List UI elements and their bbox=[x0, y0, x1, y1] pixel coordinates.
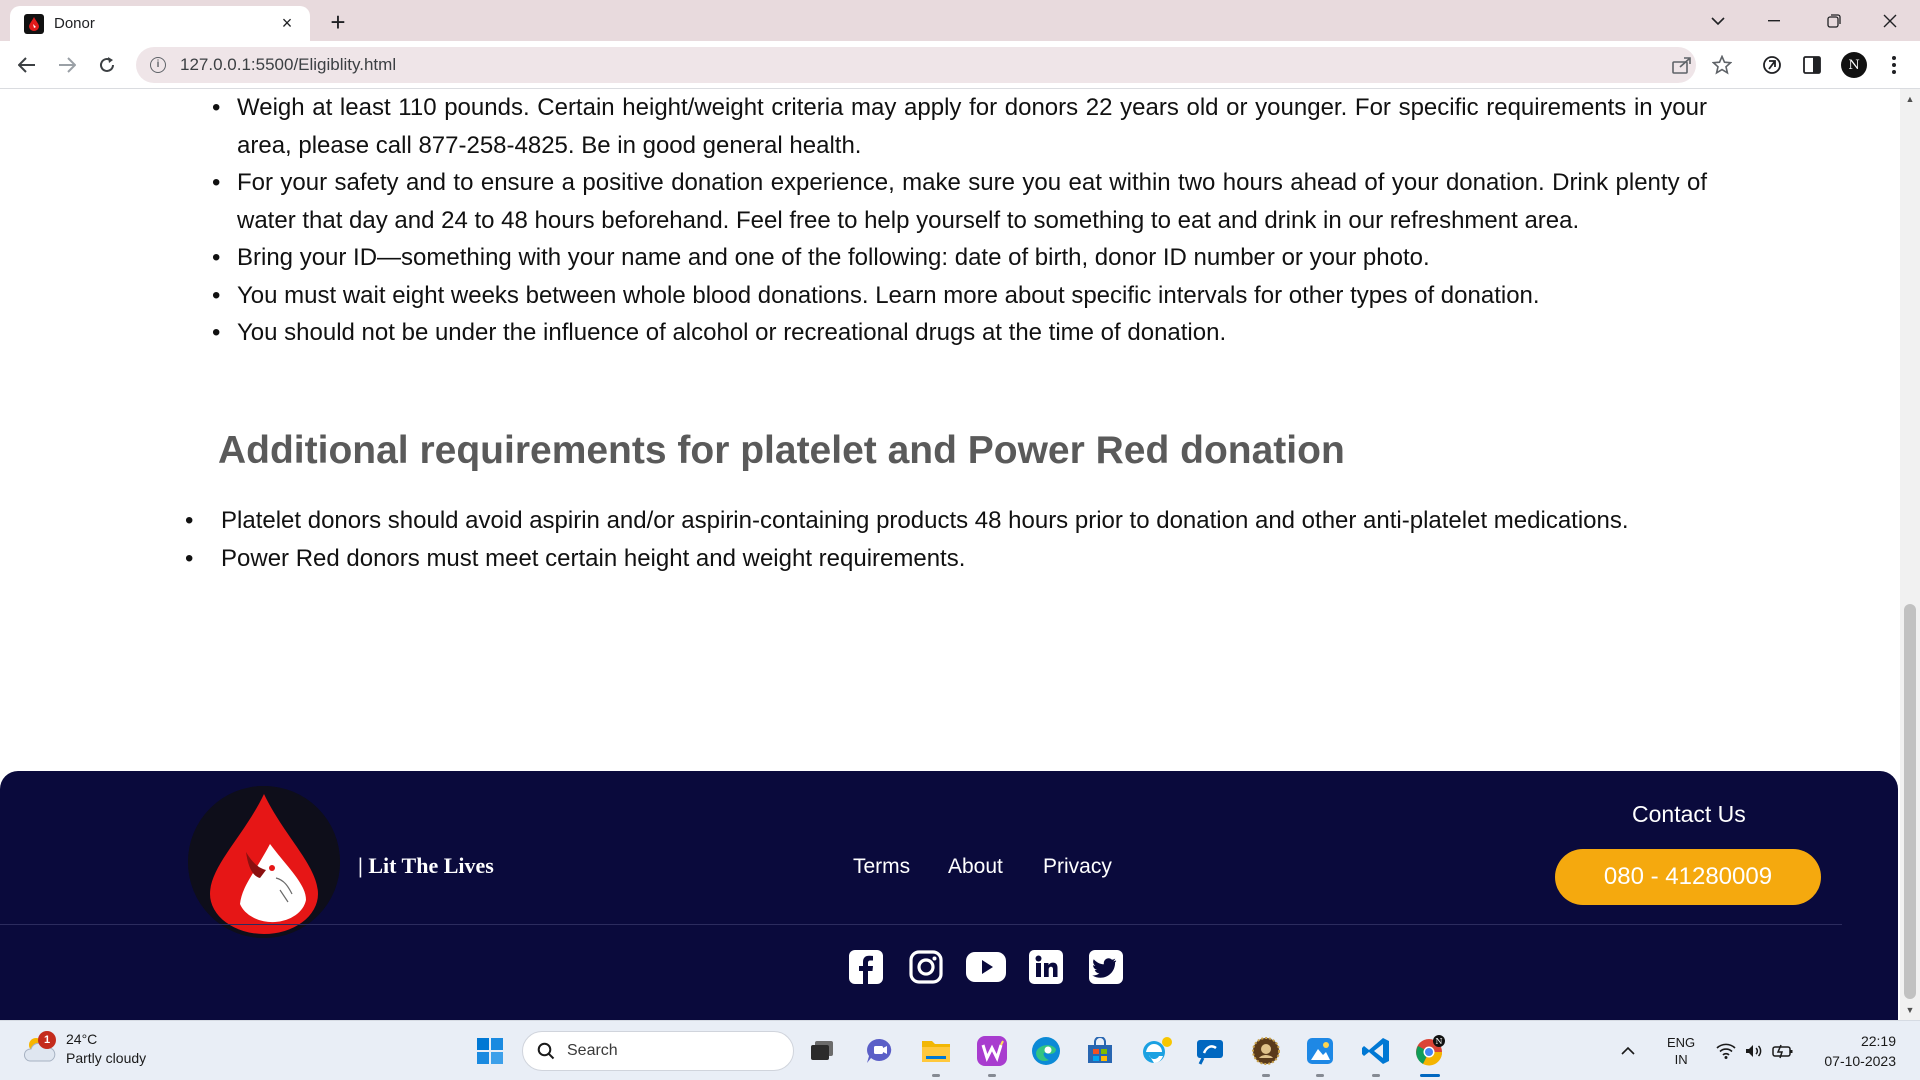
new-tab-button[interactable]: + bbox=[324, 8, 352, 36]
taskbar-clock[interactable]: 22:19 07-10-2023 bbox=[1812, 1031, 1896, 1071]
paint-app-icon[interactable] bbox=[1302, 1033, 1338, 1077]
list-item: For your safety and to ensure a positive… bbox=[212, 164, 1707, 239]
url-text: 127.0.0.1:5500/Eligiblity.html bbox=[180, 55, 397, 74]
twitter-icon[interactable] bbox=[1086, 947, 1126, 987]
edge-browser-icon[interactable] bbox=[1028, 1033, 1064, 1069]
clock-time: 22:19 bbox=[1860, 1033, 1896, 1049]
weather-condition: Partly cloudy bbox=[66, 1050, 147, 1066]
instagram-icon[interactable] bbox=[906, 947, 946, 987]
microsoft-store-icon[interactable] bbox=[1082, 1033, 1118, 1069]
tab-close-icon[interactable]: × bbox=[276, 13, 298, 34]
browser-toolbar: i 127.0.0.1:5500/Eligiblity.html N bbox=[0, 41, 1920, 89]
wps-office-icon[interactable] bbox=[974, 1033, 1010, 1077]
more-menu-icon[interactable] bbox=[1878, 49, 1910, 81]
quick-assist-icon[interactable] bbox=[1192, 1033, 1228, 1069]
footer-tagline: | Lit The Lives bbox=[358, 853, 494, 878]
phone-number-button[interactable]: 080 - 41280009 bbox=[1555, 849, 1821, 905]
battery-icon bbox=[1772, 1044, 1793, 1059]
blood-drop-logo-icon[interactable] bbox=[188, 786, 340, 938]
internet-explorer-icon[interactable] bbox=[1138, 1033, 1174, 1069]
list-item: You must wait eight weeks between whole … bbox=[212, 277, 1707, 315]
social-links bbox=[846, 947, 1126, 987]
teams-chat-icon[interactable] bbox=[862, 1033, 898, 1069]
blood-drop-favicon-icon bbox=[24, 13, 44, 34]
side-panel-icon[interactable] bbox=[1796, 49, 1828, 81]
youtube-icon[interactable] bbox=[966, 947, 1006, 987]
wifi-icon bbox=[1716, 1043, 1736, 1059]
footer-link-about[interactable]: About bbox=[948, 855, 1003, 879]
profile-n-icon: N bbox=[1841, 52, 1867, 78]
facebook-icon[interactable] bbox=[846, 947, 886, 987]
list-item: You should not be under the influence of… bbox=[212, 314, 1707, 352]
address-bar[interactable]: i 127.0.0.1:5500/Eligiblity.html bbox=[136, 47, 1696, 83]
bookmark-star-icon[interactable] bbox=[1706, 49, 1738, 81]
taskbar-search[interactable]: Search bbox=[522, 1031, 794, 1071]
volume-icon bbox=[1746, 1045, 1762, 1057]
tab-search-icon[interactable] bbox=[1690, 0, 1746, 41]
share-icon[interactable] bbox=[1666, 49, 1698, 81]
file-explorer-icon[interactable] bbox=[918, 1033, 954, 1077]
system-tray[interactable] bbox=[1716, 1021, 1794, 1080]
browser-tab-bar: Donor × + bbox=[0, 0, 1920, 41]
weather-alert-badge: 1 bbox=[38, 1031, 56, 1049]
tab-title: Donor bbox=[54, 15, 95, 32]
reload-icon[interactable] bbox=[91, 49, 123, 81]
partly-cloudy-icon: 1 bbox=[22, 1031, 58, 1065]
list-item: Bring your ID—something with your name a… bbox=[212, 239, 1707, 277]
restore-icon[interactable] bbox=[1806, 0, 1862, 41]
chrome-icon[interactable]: N bbox=[1412, 1033, 1448, 1077]
contact-us-title: Contact Us bbox=[1632, 801, 1746, 827]
scrollbar-thumb[interactable] bbox=[1904, 604, 1916, 999]
browser-tab[interactable]: Donor × bbox=[10, 6, 310, 41]
scroll-down-icon[interactable]: ▼ bbox=[1900, 1002, 1920, 1018]
back-icon[interactable] bbox=[11, 49, 43, 81]
input-language[interactable]: ENG IN bbox=[1667, 1021, 1695, 1080]
language-code: ENG bbox=[1667, 1035, 1696, 1050]
footer-divider bbox=[0, 924, 1842, 925]
list-item: Power Red donors must meet certain heigh… bbox=[185, 540, 1781, 578]
windows-start-icon[interactable] bbox=[472, 1033, 508, 1069]
badge-app-icon[interactable] bbox=[1248, 1033, 1284, 1077]
footer-link-terms[interactable]: Terms bbox=[853, 855, 910, 879]
weather-widget[interactable]: 1 24°C Partly cloudy bbox=[22, 1030, 146, 1068]
task-view-icon[interactable] bbox=[804, 1033, 840, 1069]
forward-icon[interactable] bbox=[51, 49, 83, 81]
svg-text:N: N bbox=[1436, 1037, 1443, 1046]
region-code: IN bbox=[1674, 1052, 1688, 1067]
list-item: Weigh at least 110 pounds. Certain heigh… bbox=[212, 89, 1707, 164]
show-hidden-icons-icon[interactable] bbox=[1620, 1021, 1636, 1080]
additional-requirements-heading: Additional requirements for platelet and… bbox=[218, 429, 1345, 472]
linkedin-icon[interactable] bbox=[1026, 947, 1066, 987]
additional-requirements-list: Platelet donors should avoid aspirin and… bbox=[185, 502, 1781, 578]
clock-date: 07-10-2023 bbox=[1824, 1053, 1896, 1069]
site-info-icon[interactable]: i bbox=[150, 57, 166, 73]
search-label: Search bbox=[567, 1042, 618, 1059]
list-item: Platelet donors should avoid aspirin and… bbox=[185, 502, 1781, 540]
extension-icon[interactable] bbox=[1756, 49, 1788, 81]
windows-taskbar: 1 24°C Partly cloudy Search N ENG IN 22:… bbox=[0, 1020, 1920, 1080]
minimize-icon[interactable] bbox=[1746, 0, 1802, 41]
site-footer: | Lit The Lives Terms About Privacy Cont… bbox=[0, 771, 1898, 1020]
page-scrollbar[interactable]: ▲ ▼ bbox=[1900, 89, 1920, 1020]
scroll-up-icon[interactable]: ▲ bbox=[1900, 91, 1920, 107]
eligibility-list: Weigh at least 110 pounds. Certain heigh… bbox=[212, 89, 1707, 352]
weather-temperature: 24°C bbox=[66, 1031, 98, 1047]
vscode-icon[interactable] bbox=[1358, 1033, 1394, 1077]
page-viewport: Weigh at least 110 pounds. Certain heigh… bbox=[0, 89, 1900, 1020]
footer-link-privacy[interactable]: Privacy bbox=[1043, 855, 1112, 879]
profile-avatar[interactable]: N bbox=[1838, 49, 1870, 81]
search-icon bbox=[537, 1042, 555, 1060]
close-window-icon[interactable] bbox=[1862, 0, 1918, 41]
